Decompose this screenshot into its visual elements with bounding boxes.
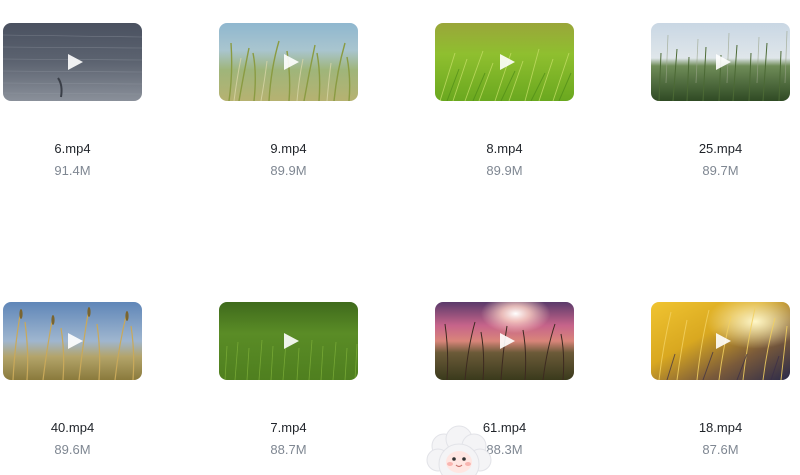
- video-card[interactable]: 9.mp4 89.9M: [219, 23, 358, 179]
- play-icon: [281, 52, 301, 72]
- file-size: 89.9M: [486, 163, 523, 178]
- play-icon: [713, 331, 733, 351]
- file-name: 8.mp4: [486, 141, 523, 156]
- play-icon: [281, 331, 301, 351]
- file-size: 88.7M: [270, 442, 307, 457]
- video-thumbnail[interactable]: [435, 302, 574, 380]
- video-grid: 6.mp4 91.4M 9.mp4 89.9M 8.mp4 89.9M 25.m…: [0, 0, 800, 475]
- file-name: 9.mp4: [270, 141, 307, 156]
- video-thumbnail[interactable]: [651, 302, 790, 380]
- file-name: 25.mp4: [698, 141, 743, 156]
- play-icon: [65, 331, 85, 351]
- video-card[interactable]: 7.mp4 88.7M: [219, 302, 358, 458]
- play-icon: [497, 52, 517, 72]
- video-card[interactable]: 18.mp4 87.6M: [651, 302, 790, 458]
- file-name: 6.mp4: [54, 141, 91, 156]
- video-thumbnail[interactable]: [219, 23, 358, 101]
- file-size: 91.4M: [54, 163, 91, 178]
- video-thumbnail[interactable]: [651, 23, 790, 101]
- sheep-mascot-icon[interactable]: [424, 424, 494, 475]
- file-size: 89.9M: [270, 163, 307, 178]
- play-icon: [65, 52, 85, 72]
- file-name: 40.mp4: [50, 420, 95, 435]
- video-thumbnail[interactable]: [435, 23, 574, 101]
- video-card[interactable]: 6.mp4 91.4M: [3, 23, 142, 179]
- video-card[interactable]: 25.mp4 89.7M: [651, 23, 790, 179]
- file-name: 18.mp4: [698, 420, 743, 435]
- video-card[interactable]: 8.mp4 89.9M: [435, 23, 574, 179]
- play-icon: [713, 52, 733, 72]
- file-size: 89.6M: [54, 442, 91, 457]
- file-name: 7.mp4: [270, 420, 307, 435]
- video-thumbnail[interactable]: [219, 302, 358, 380]
- video-thumbnail[interactable]: [3, 302, 142, 380]
- file-size: 87.6M: [702, 442, 739, 457]
- play-icon: [497, 331, 517, 351]
- video-card[interactable]: 40.mp4 89.6M: [3, 302, 142, 458]
- file-size: 89.7M: [702, 163, 739, 178]
- video-thumbnail[interactable]: [3, 23, 142, 101]
